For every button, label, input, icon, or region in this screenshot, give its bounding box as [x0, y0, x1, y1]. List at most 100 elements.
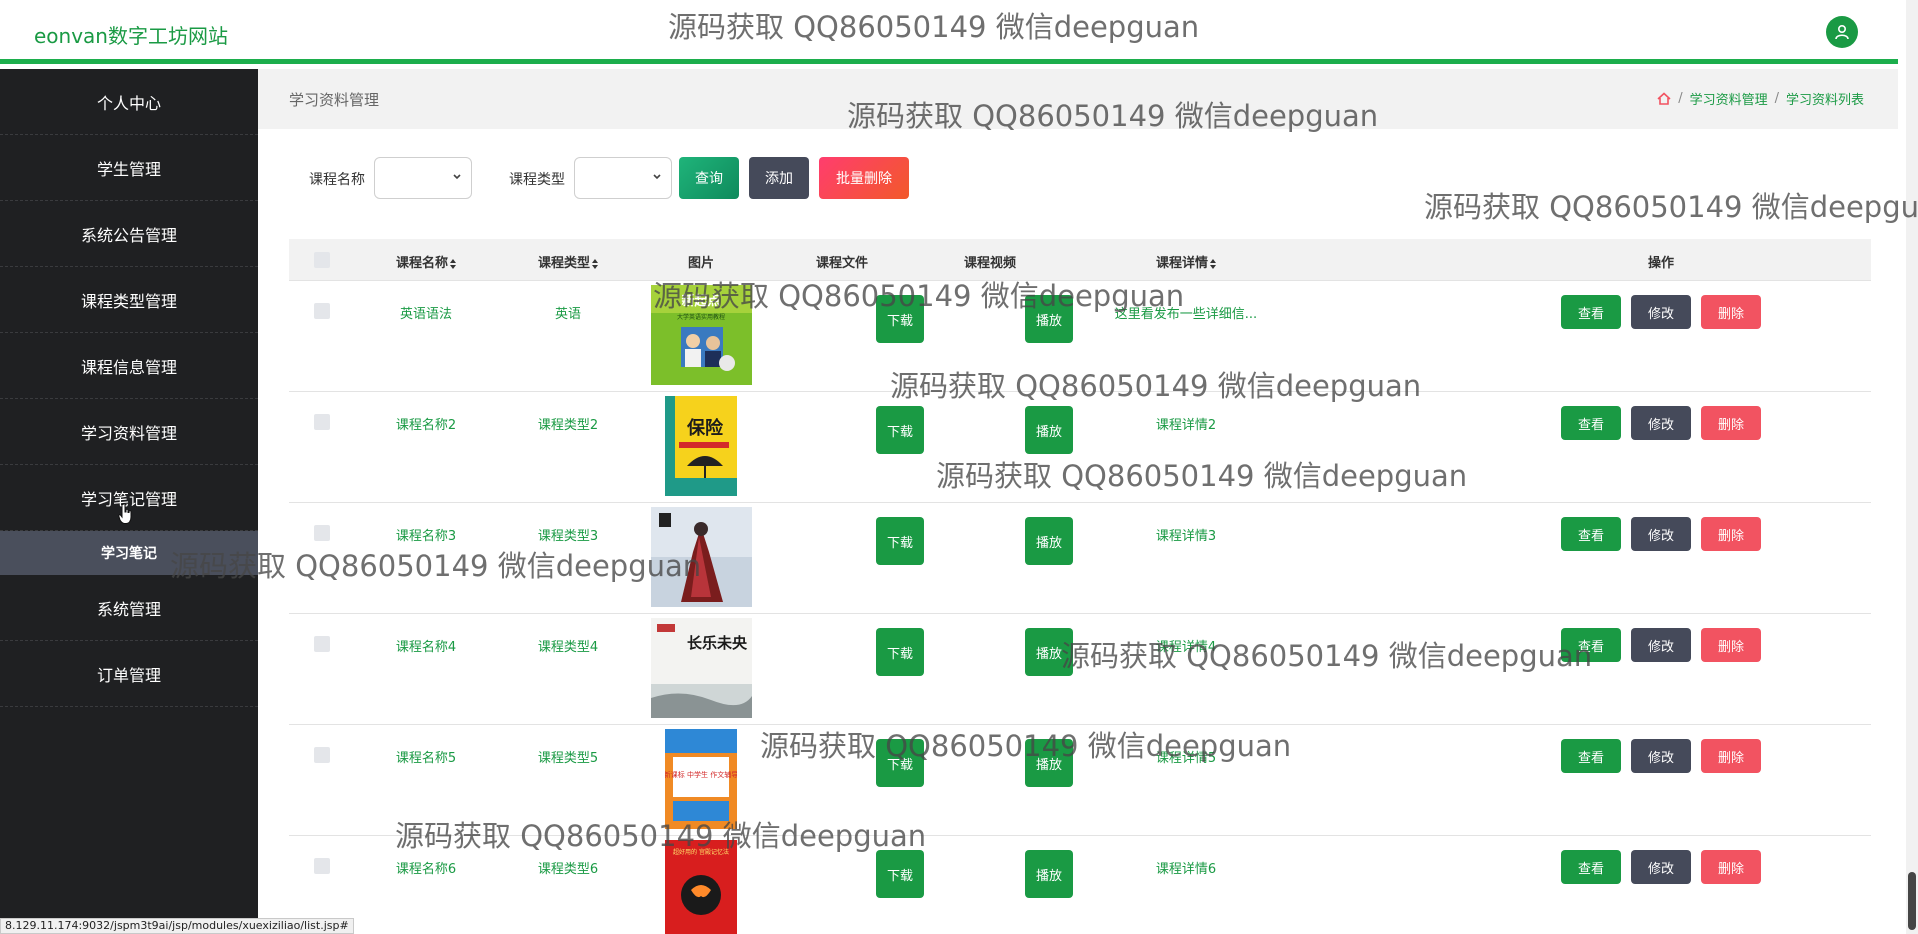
- sort-icon: [1210, 258, 1217, 269]
- column-header-actions: 操作: [1647, 256, 1675, 271]
- sidebar-item-label: 学生管理: [96, 159, 161, 179]
- scrollbar-thumb[interactable]: [1908, 872, 1916, 930]
- course-detail-cell[interactable]: 课程详情5: [1156, 747, 1216, 766]
- sidebar-item-course-type-management[interactable]: 课程类型管理: [0, 267, 258, 333]
- hand-cursor-icon: [118, 503, 132, 524]
- row-checkbox[interactable]: [314, 636, 330, 652]
- download-button[interactable]: 下载: [876, 295, 924, 343]
- sidebar-subitem-study-notes[interactable]: 学习笔记: [0, 531, 258, 575]
- svg-text:长乐未央: 长乐未央: [687, 634, 748, 652]
- sidebar-item-announcement-management[interactable]: 系统公告管理: [0, 201, 258, 267]
- edit-button[interactable]: 修改: [1631, 406, 1691, 440]
- column-header-course-video: 课程视频: [963, 256, 1017, 271]
- course-type-cell[interactable]: 英语: [555, 303, 581, 322]
- play-button[interactable]: 播放: [1025, 406, 1073, 454]
- top-header: eonvan数字工坊网站: [0, 0, 1898, 64]
- delete-button[interactable]: 删除: [1701, 517, 1761, 551]
- link-status-bar: 8.129.11.174:9032/jspm3t9ai/jsp/modules/…: [0, 918, 354, 934]
- row-checkbox[interactable]: [314, 303, 330, 319]
- course-detail-cell[interactable]: 课程详情3: [1156, 525, 1216, 544]
- chevron-down-icon: [653, 174, 661, 180]
- course-name-cell[interactable]: 英语语法: [400, 303, 452, 322]
- edit-button[interactable]: 修改: [1631, 628, 1691, 662]
- sidebar-item-order-management[interactable]: 订单管理: [0, 641, 258, 707]
- download-button[interactable]: 下载: [876, 739, 924, 787]
- play-button[interactable]: 播放: [1025, 850, 1073, 898]
- add-button[interactable]: 添加: [749, 157, 809, 199]
- delete-button[interactable]: 删除: [1701, 739, 1761, 773]
- view-button[interactable]: 查看: [1561, 739, 1621, 773]
- download-button[interactable]: 下载: [876, 406, 924, 454]
- sidebar-item-label: 订单管理: [96, 665, 161, 685]
- course-detail-cell[interactable]: 课程详情4: [1156, 636, 1216, 655]
- course-type-cell[interactable]: 课程类型4: [538, 636, 598, 655]
- course-name-cell[interactable]: 课程名称2: [396, 414, 456, 433]
- column-header-course-name[interactable]: 课程名称: [396, 252, 457, 271]
- course-type-cell[interactable]: 课程类型3: [538, 525, 598, 544]
- home-icon[interactable]: [1657, 92, 1671, 105]
- course-detail-cell[interactable]: 课程详情2: [1156, 414, 1216, 433]
- view-button[interactable]: 查看: [1561, 628, 1621, 662]
- play-button[interactable]: 播放: [1025, 295, 1073, 343]
- table-row: 课程名称6 课程类型6 超好用的 宫殿记忆法 下载 播放 课程详情6 查看 修改…: [289, 836, 1871, 934]
- edit-button[interactable]: 修改: [1631, 739, 1691, 773]
- breadcrumb-bar: 学习资料管理 / 学习资料管理 / 学习资料列表: [258, 69, 1898, 129]
- course-name-cell[interactable]: 课程名称4: [396, 636, 456, 655]
- play-button[interactable]: 播放: [1025, 628, 1073, 676]
- row-checkbox[interactable]: [314, 525, 330, 541]
- course-type-select[interactable]: [574, 157, 672, 199]
- select-all-checkbox[interactable]: [314, 252, 330, 268]
- sidebar-subitem-label: 学习笔记: [101, 546, 157, 562]
- user-icon[interactable]: [1826, 16, 1858, 48]
- row-checkbox[interactable]: [314, 747, 330, 763]
- column-header-course-type[interactable]: 课程类型: [538, 252, 599, 271]
- sidebar-item-study-material-management[interactable]: 学习资料管理: [0, 399, 258, 465]
- svg-text:保险: 保险: [686, 417, 724, 439]
- course-name-select[interactable]: [374, 157, 472, 199]
- delete-button[interactable]: 删除: [1701, 850, 1761, 884]
- play-button[interactable]: 播放: [1025, 739, 1073, 787]
- course-name-cell[interactable]: 课程名称5: [396, 747, 456, 766]
- course-name-cell[interactable]: 课程名称6: [396, 858, 456, 877]
- brand-title[interactable]: eonvan数字工坊网站: [34, 20, 228, 49]
- view-button[interactable]: 查看: [1561, 406, 1621, 440]
- column-header-image: 图片: [687, 256, 715, 271]
- download-button[interactable]: 下载: [876, 850, 924, 898]
- breadcrumb-link[interactable]: 学习资料管理: [1690, 89, 1768, 108]
- sidebar-item-course-info-management[interactable]: 课程信息管理: [0, 333, 258, 399]
- view-button[interactable]: 查看: [1561, 850, 1621, 884]
- row-checkbox[interactable]: [314, 858, 330, 874]
- course-name-label: 课程名称: [309, 172, 365, 188]
- sidebar-item-student-management[interactable]: 学生管理: [0, 135, 258, 201]
- delete-button[interactable]: 删除: [1701, 295, 1761, 329]
- edit-button[interactable]: 修改: [1631, 850, 1691, 884]
- breadcrumb-separator: /: [1678, 91, 1683, 106]
- sidebar-item-personal-center[interactable]: 个人中心: [0, 69, 258, 135]
- course-type-cell[interactable]: 课程类型5: [538, 747, 598, 766]
- query-button[interactable]: 查询: [679, 157, 739, 199]
- view-button[interactable]: 查看: [1561, 517, 1621, 551]
- edit-button[interactable]: 修改: [1631, 295, 1691, 329]
- download-button[interactable]: 下载: [876, 628, 924, 676]
- page-scrollbar[interactable]: [1906, 0, 1918, 934]
- table-row: 课程名称4 课程类型4 长乐未央 下载 播放 课程详情4 查看 修改 删除: [289, 614, 1871, 725]
- course-type-cell[interactable]: 课程类型2: [538, 414, 598, 433]
- sort-icon: [450, 258, 457, 269]
- course-type-cell[interactable]: 课程类型6: [538, 858, 598, 877]
- view-button[interactable]: 查看: [1561, 295, 1621, 329]
- sidebar-item-system-management[interactable]: 系统管理: [0, 575, 258, 641]
- edit-button[interactable]: 修改: [1631, 517, 1691, 551]
- course-cover-image: [651, 507, 752, 607]
- delete-button[interactable]: 删除: [1701, 406, 1761, 440]
- row-checkbox[interactable]: [314, 414, 330, 430]
- course-name-cell[interactable]: 课程名称3: [396, 525, 456, 544]
- download-button[interactable]: 下载: [876, 517, 924, 565]
- course-detail-cell[interactable]: 这里看发布一些详细信...: [1115, 303, 1257, 322]
- course-detail-cell[interactable]: 课程详情6: [1156, 858, 1216, 877]
- batch-delete-button[interactable]: 批量删除: [819, 157, 909, 199]
- sidebar-item-label: 系统管理: [96, 599, 161, 619]
- column-header-course-detail[interactable]: 课程详情: [1156, 252, 1217, 271]
- play-button[interactable]: 播放: [1025, 517, 1073, 565]
- main-content: 学习资料管理 / 学习资料管理 / 学习资料列表 课程名称 课程类型 查询 添加…: [258, 69, 1898, 934]
- delete-button[interactable]: 删除: [1701, 628, 1761, 662]
